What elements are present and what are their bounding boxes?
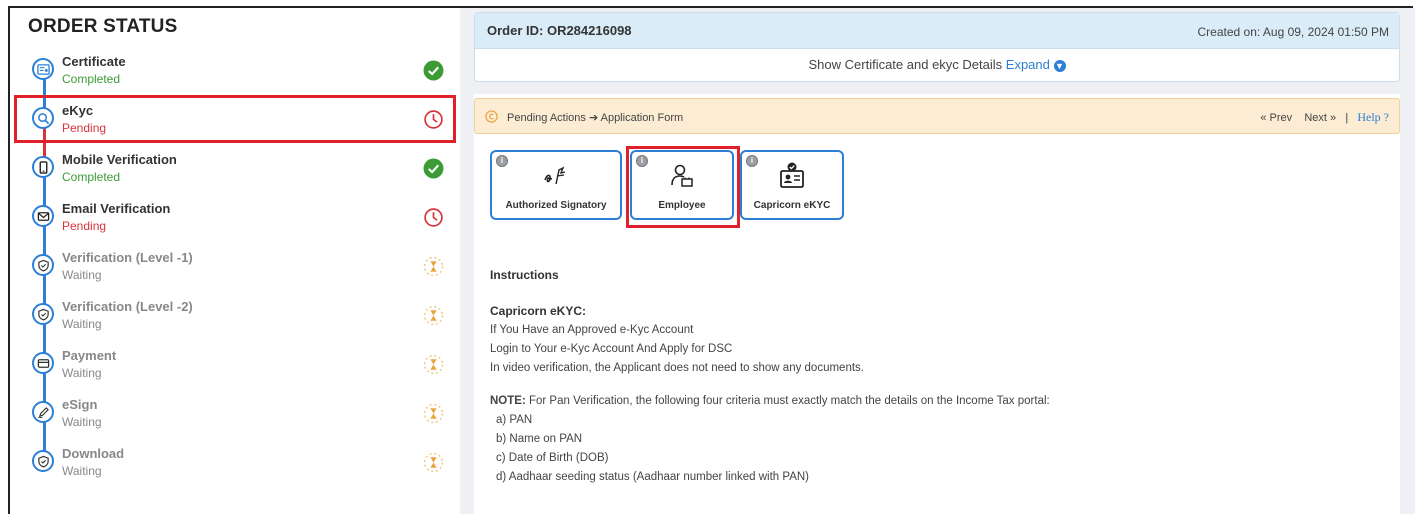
step-status: Completed xyxy=(62,170,121,184)
step-title: Certificate xyxy=(62,54,126,69)
certificate-icon xyxy=(32,58,54,80)
step-status: Waiting xyxy=(62,317,102,331)
clock-pending-icon xyxy=(424,208,443,227)
hourglass-icon xyxy=(423,256,444,277)
step-title: Email Verification xyxy=(62,201,171,216)
expand-label[interactable]: Expand xyxy=(1006,57,1050,72)
card-authorized-signatory[interactable]: i Authorized Signatory xyxy=(490,150,622,220)
mobile-icon xyxy=(32,156,54,178)
step-payment[interactable]: Payment Waiting xyxy=(20,344,450,388)
email-icon xyxy=(32,205,54,227)
signature-icon xyxy=(544,166,566,185)
step-status: Waiting xyxy=(62,366,102,380)
step-title: eSign xyxy=(62,397,98,412)
order-details-panel: Order ID: OR284216098 Created on: Aug 09… xyxy=(460,8,1415,514)
step-status: Waiting xyxy=(62,464,102,478)
instructions-block: Instructions Capricorn eKYC: If You Have… xyxy=(490,266,1390,487)
step-status: Pending xyxy=(62,219,107,233)
step-title: Verification (Level -2) xyxy=(62,299,193,314)
pending-actions-bar: Pending Actions ➔ Application Form « Pre… xyxy=(474,98,1400,134)
step-esign[interactable]: eSign Waiting xyxy=(20,393,450,437)
help-link[interactable]: Help ? xyxy=(1357,110,1389,124)
note-text: For Pan Verification, the following four… xyxy=(525,395,1050,407)
step-status: Completed xyxy=(62,72,121,86)
step-email-verification[interactable]: Email Verification Pending xyxy=(20,197,450,241)
check-circle-icon xyxy=(423,60,444,81)
order-status-panel: ORDER STATUS Certificate Completed eKyc … xyxy=(10,8,458,514)
criteria-item: d) Aadhaar seeding status (Aadhaar numbe… xyxy=(496,471,810,483)
capricorn-ekyc-heading: Capricorn eKYC: xyxy=(490,304,587,318)
pen-icon xyxy=(32,401,54,423)
order-status-title: ORDER STATUS xyxy=(28,16,178,37)
step-status: Waiting xyxy=(62,268,102,282)
step-download[interactable]: Download Waiting xyxy=(20,442,450,486)
step-status: Waiting xyxy=(62,415,102,429)
instruction-line: If You Have an Approved e-Kyc Account xyxy=(490,324,694,336)
instruction-line: In video verification, the Applicant doe… xyxy=(490,362,864,374)
step-verification-level-1[interactable]: Verification (Level -1) Waiting xyxy=(20,246,450,290)
card-capricorn-ekyc[interactable]: i Capricorn eKYC xyxy=(740,150,844,220)
step-certificate[interactable]: Certificate Completed xyxy=(20,50,450,94)
instructions-heading: Instructions xyxy=(490,268,559,282)
step-verification-level-2[interactable]: Verification (Level -2) Waiting xyxy=(20,295,450,339)
info-icon[interactable]: i xyxy=(746,155,758,167)
next-button[interactable]: Next » xyxy=(1304,112,1336,124)
order-summary-box: Order ID: OR284216098 Created on: Aug 09… xyxy=(474,12,1400,82)
show-certificate-text: Show Certificate and ekyc Details xyxy=(808,57,1003,72)
show-certificate-row: Show Certificate and ekyc Details Expand… xyxy=(475,57,1399,72)
application-content: Pending Actions ➔ Application Form « Pre… xyxy=(474,94,1400,514)
hourglass-icon xyxy=(423,305,444,326)
card-label: Capricorn eKYC xyxy=(753,200,831,211)
shield-icon xyxy=(32,303,54,325)
check-circle-icon xyxy=(423,158,444,179)
step-title: Verification (Level -1) xyxy=(62,250,193,265)
step-title: Payment xyxy=(62,348,117,363)
criteria-item: c) Date of Birth (DOB) xyxy=(496,452,609,464)
note-label: NOTE: xyxy=(490,395,526,407)
step-mobile-verification[interactable]: Mobile Verification Completed xyxy=(20,148,450,192)
created-date: Created on: Aug 09, 2024 01:50 PM xyxy=(1197,25,1389,39)
criteria-item: b) Name on PAN xyxy=(496,433,583,445)
breadcrumb: Pending Actions ➔ Application Form xyxy=(507,112,684,124)
hourglass-icon xyxy=(423,403,444,424)
employee-highlight-box xyxy=(626,146,740,228)
id-card-icon xyxy=(780,162,804,188)
card-icon xyxy=(32,352,54,374)
order-header: Order ID: OR284216098 Created on: Aug 09… xyxy=(475,13,1399,49)
criteria-item: a) PAN xyxy=(496,414,533,426)
shield-icon xyxy=(32,450,54,472)
ekyc-highlight-box xyxy=(14,95,456,143)
prev-button[interactable]: « Prev xyxy=(1260,112,1292,124)
shield-icon xyxy=(32,254,54,276)
order-id: Order ID: OR284216098 xyxy=(487,23,632,38)
chevron-down-icon[interactable]: ▼ xyxy=(1053,59,1066,72)
note-line: NOTE: For Pan Verification, the followin… xyxy=(490,392,1390,411)
info-icon[interactable]: i xyxy=(496,155,508,167)
order-status-frame: ORDER STATUS Certificate Completed eKyc … xyxy=(8,6,1415,514)
pager: « Prev Next » | Help ? xyxy=(1260,110,1389,125)
hourglass-icon xyxy=(423,354,444,375)
hourglass-icon xyxy=(423,452,444,473)
copyright-like-icon xyxy=(485,110,498,123)
pager-separator: | xyxy=(1345,112,1349,124)
card-label: Authorized Signatory xyxy=(505,200,607,211)
instruction-line: Login to Your e-Kyc Account And Apply fo… xyxy=(490,343,733,355)
expand-link[interactable]: Expand ▼ xyxy=(1006,57,1066,72)
step-title: Download xyxy=(62,446,125,461)
step-title: Mobile Verification xyxy=(62,152,177,167)
